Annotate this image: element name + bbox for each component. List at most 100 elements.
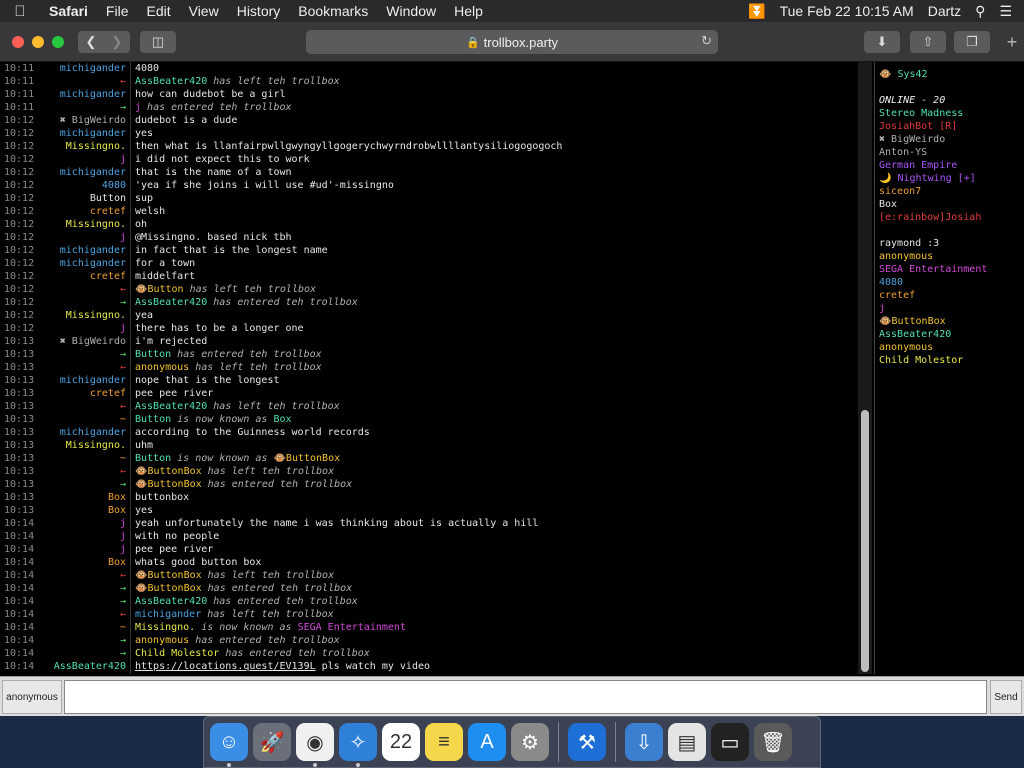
user-list-item[interactable]: 🐵ButtonBox [879,315,1024,328]
menu-edit[interactable]: Edit [137,3,179,19]
chat-log[interactable]: 10:11 michigander 4080 10:11 ← AssBeater420 h… [0,62,858,674]
message-nick[interactable]: michigander [40,244,126,257]
zoom-window-button[interactable] [52,35,64,48]
share-button[interactable]: ⇧ [910,31,946,53]
user-list-item[interactable]: Box [879,198,1024,211]
launchpad-icon[interactable]: 🚀 [253,723,291,761]
message-nick[interactable]: Button [40,192,126,205]
message-nick[interactable]: AssBeater420 [40,660,126,673]
message-nick[interactable]: Missingno. [40,218,126,231]
user-list-item[interactable]: ⠀⠀⠀⠀ [879,224,1024,237]
message-nick[interactable]: ~ [40,621,126,634]
message-nick[interactable]: j [40,517,126,530]
downloads-button[interactable]: ⬇ [864,31,900,53]
minimized-window-icon[interactable]: ▭ [711,723,749,761]
message-nick[interactable]: cretef [40,205,126,218]
message-nick[interactable]: ← [40,361,126,374]
reload-icon[interactable]: ↻ [701,33,712,49]
clock[interactable]: Tue Feb 22 10:15 AM [780,3,914,19]
message-nick[interactable]: → [40,582,126,595]
message-nick[interactable]: j [40,231,126,244]
send-button[interactable]: Send [990,680,1022,714]
close-window-button[interactable] [12,35,24,48]
notification-center-icon[interactable]: ☰ [999,3,1012,20]
downloads-stack-icon[interactable]: ⇩ [625,723,663,761]
safari-icon[interactable]: ✧ [339,723,377,767]
minimize-window-button[interactable] [32,35,44,48]
notes-icon[interactable]: ≡ [425,723,463,761]
message-nick[interactable]: ✖ BigWeirdo [40,114,126,127]
user-list-item[interactable]: siceon7 [879,185,1024,198]
message-nick[interactable]: ← [40,400,126,413]
chrome-icon[interactable]: ◉ [296,723,334,767]
message-nick[interactable]: ← [40,608,126,621]
message-nick[interactable]: cretef [40,387,126,400]
tabs-overview-button[interactable]: ❐ [954,31,990,53]
user-list-item[interactable]: 🌙 Nightwing [+] [879,172,1024,185]
user-list-item[interactable]: SEGA Entertainment [879,263,1024,276]
message-nick[interactable]: 4080 [40,179,126,192]
scrollbar-thumb[interactable] [861,410,869,672]
apple-icon[interactable]:  [0,3,40,20]
message-nick[interactable]: ~ [40,452,126,465]
message-nick[interactable]: j [40,530,126,543]
message-nick[interactable]: → [40,595,126,608]
message-nick[interactable]: j [40,322,126,335]
trash-icon[interactable]: 🗑 [754,723,792,761]
message-nick[interactable]: michigander [40,374,126,387]
user-list-item[interactable]: Child Molestor [879,354,1024,367]
message-nick[interactable]: cretef [40,270,126,283]
user-list-item[interactable]: Stereo Madness [879,107,1024,120]
message-nick[interactable]: Missingno. [40,309,126,322]
airplay-icon[interactable]: ⏬ [748,3,765,20]
user-list-item[interactable]: [e:rainbow]Josiah [879,211,1024,224]
message-nick[interactable]: → [40,348,126,361]
message-nick[interactable]: Box [40,491,126,504]
chat-scrollbar[interactable] [858,62,872,674]
message-nick[interactable]: Missingno. [40,439,126,452]
menu-file[interactable]: File [97,3,138,19]
back-button[interactable]: ❮ [78,34,104,50]
message-nick[interactable]: j [40,543,126,556]
menu-history[interactable]: History [228,3,290,19]
user-list-item[interactable]: Anton-YS [879,146,1024,159]
message-nick[interactable]: michigander [40,426,126,439]
system-preferences-icon[interactable]: ⚙ [511,723,549,761]
new-tab-button[interactable]: + [1000,30,1024,54]
user-list-item[interactable]: cretef [879,289,1024,302]
message-input[interactable] [64,680,987,714]
nickname-button[interactable]: anonymous [2,680,62,714]
menu-bookmarks[interactable]: Bookmarks [289,3,377,19]
message-link[interactable]: https://locations.quest/EV139L [135,661,316,672]
message-nick[interactable]: michigander [40,257,126,270]
user-name[interactable]: Dartz [928,3,961,19]
spotlight-search-icon[interactable]: ⚲ [975,3,985,20]
user-list-item[interactable]: JosiahBot [R] [879,120,1024,133]
message-nick[interactable]: ← [40,569,126,582]
message-nick[interactable]: ✖ BigWeirdo [40,335,126,348]
user-list-item[interactable]: raymond :3 [879,237,1024,250]
user-list-item[interactable]: j [879,302,1024,315]
address-bar[interactable]: 🔒 trollbox.party ↻ [306,30,718,54]
message-nick[interactable]: Box [40,556,126,569]
self-user[interactable]: 🐵 Sys42 [879,68,1024,81]
message-nick[interactable]: → [40,101,126,114]
user-list-item[interactable]: anonymous [879,341,1024,354]
user-list-item[interactable]: 4080 [879,276,1024,289]
menu-safari[interactable]: Safari [40,3,97,19]
message-nick[interactable]: → [40,478,126,491]
message-nick[interactable]: → [40,296,126,309]
message-nick[interactable]: michigander [40,127,126,140]
document-icon[interactable]: ▤ [668,723,706,761]
message-nick[interactable]: → [40,647,126,660]
message-nick[interactable]: Missingno. [40,140,126,153]
message-nick[interactable]: j [40,153,126,166]
xcode-icon[interactable]: ⚒ [568,723,606,761]
message-nick[interactable]: → [40,634,126,647]
message-nick[interactable]: ← [40,283,126,296]
message-nick[interactable]: michigander [40,166,126,179]
message-nick[interactable]: ← [40,75,126,88]
user-list-item[interactable]: anonymous [879,250,1024,263]
message-nick[interactable]: Box [40,504,126,517]
user-list-item[interactable]: AssBeater420 [879,328,1024,341]
